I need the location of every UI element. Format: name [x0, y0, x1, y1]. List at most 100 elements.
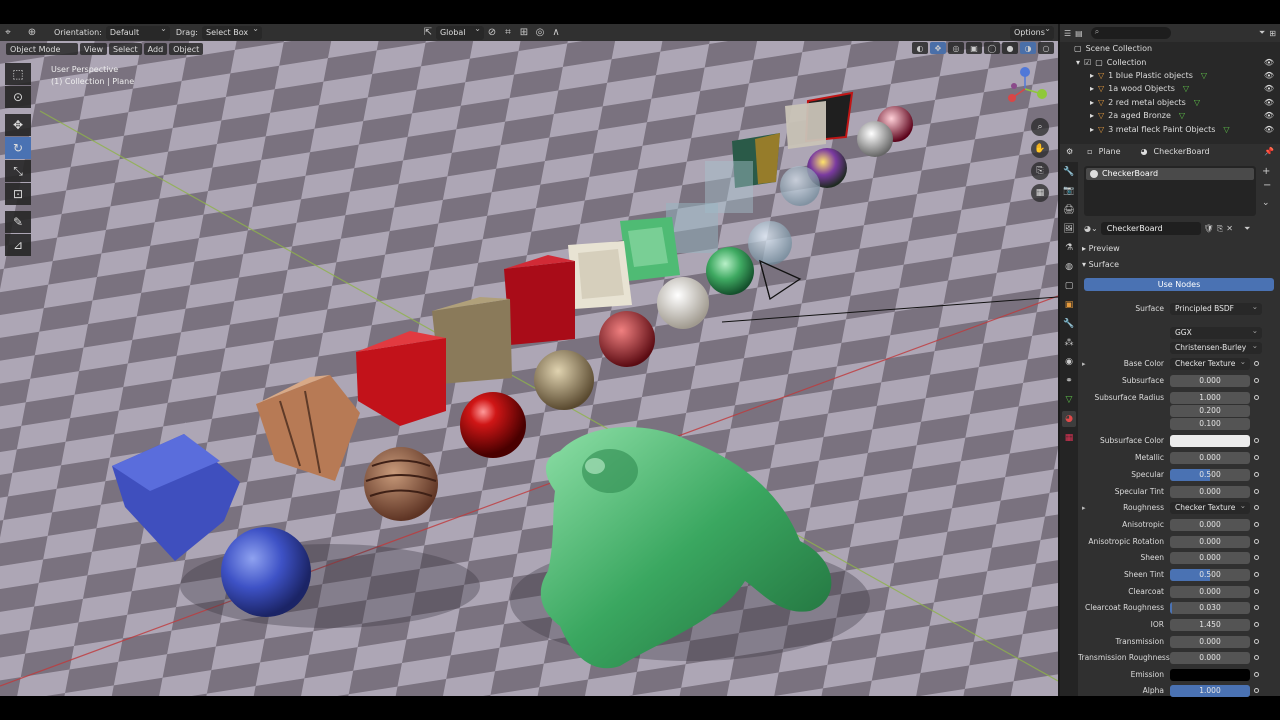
checkbox-icon[interactable]: ☑ — [1084, 58, 1091, 67]
modifier-tab-icon[interactable]: 🔧 — [1062, 316, 1076, 332]
socket-icon[interactable] — [1254, 672, 1259, 677]
object-menu[interactable]: Object — [169, 43, 204, 55]
socket-icon[interactable] — [1254, 395, 1259, 400]
material-browse-icon[interactable]: ◕⌄ — [1084, 224, 1098, 233]
collection-row[interactable]: ▾ ☑ ▢ Collection 👁 — [1060, 55, 1280, 68]
expand-arrow-icon[interactable]: ▸ — [1082, 504, 1086, 512]
snap-target-icon[interactable]: ⊞ — [516, 26, 532, 40]
preview-panel-header[interactable]: ▸ Preview — [1082, 244, 1120, 253]
socket-icon[interactable] — [1254, 639, 1259, 644]
use-nodes-button[interactable]: Use Nodes — [1084, 278, 1274, 291]
proportional-edit-icon[interactable]: ◎ — [532, 26, 548, 40]
expand-arrow-icon[interactable]: ▸ — [1090, 111, 1094, 120]
orientation-dropdown[interactable]: Default — [105, 24, 170, 40]
socket-icon[interactable] — [1254, 438, 1259, 443]
navigation-gizmo[interactable] — [1000, 64, 1050, 114]
particles-tab-icon[interactable]: ⁂ — [1062, 335, 1076, 351]
material-name-field[interactable]: CheckerBoard — [1100, 222, 1201, 235]
field-value[interactable]: 0.500 — [1170, 468, 1250, 481]
subsurface-method-dropdown[interactable]: Christensen-Burley — [1170, 340, 1262, 354]
distribution-dropdown[interactable]: GGX — [1170, 325, 1262, 339]
list-item[interactable]: ▸ ▽ 2a aged Bronze ▽ 👁 — [1060, 109, 1280, 122]
collection-tab-icon[interactable]: ▢ — [1062, 278, 1076, 294]
material-slot-list[interactable]: CheckerBoard — [1084, 166, 1256, 216]
subsurface-radius-y[interactable]: 0.200 — [1170, 404, 1250, 417]
filter-icon[interactable]: ⏷ — [1259, 28, 1265, 38]
pin-icon[interactable]: 📌 — [1264, 147, 1274, 156]
solid-shading-icon[interactable]: ● — [1002, 42, 1018, 54]
physics-tab-icon[interactable]: ◉ — [1062, 354, 1076, 370]
socket-icon[interactable] — [1254, 605, 1259, 610]
socket-icon[interactable] — [1254, 361, 1259, 366]
socket-icon[interactable] — [1254, 489, 1259, 494]
socket-icon[interactable] — [1254, 555, 1259, 560]
object-tab-icon[interactable]: ▣ — [1062, 297, 1076, 313]
list-item[interactable]: ▸ ▽ 2 red metal objects ▽ 👁 — [1060, 96, 1280, 109]
subsurface-radius-x[interactable]: 1.000 — [1170, 391, 1250, 404]
expand-arrow-icon[interactable]: ▸ — [1090, 71, 1094, 80]
wireframe-shading-icon[interactable]: ◯ — [984, 42, 1000, 54]
slot-add-icon[interactable]: + — [1262, 166, 1270, 177]
scene-collection-row[interactable]: ▢ Scene Collection — [1060, 42, 1280, 55]
list-item[interactable]: ▸ ▽ 1a wood Objects ▽ 👁 — [1060, 82, 1280, 95]
duplicate-material-icon[interactable]: ⎘ — [1217, 224, 1223, 234]
field-value[interactable]: 0.000 — [1170, 585, 1250, 598]
field-value[interactable]: 1.000 — [1170, 684, 1250, 697]
view-layer-tab-icon[interactable]: 🖼 — [1062, 221, 1076, 237]
material-slot-item[interactable]: CheckerBoard — [1086, 168, 1254, 180]
scale-tool-icon[interactable]: ⤡ — [5, 160, 31, 182]
outliner-editor-icon[interactable]: ☰ — [1064, 29, 1071, 38]
surface-panel-header[interactable]: ▾ Surface — [1082, 260, 1119, 269]
options-dropdown[interactable]: Options — [1010, 24, 1054, 40]
field-value[interactable]: 0.000 — [1170, 651, 1250, 664]
editor-type-icon[interactable]: ⌖ — [0, 26, 16, 40]
slot-menu-icon[interactable]: ⌄ — [1262, 198, 1270, 208]
outliner-search-input[interactable]: ⌕ — [1090, 27, 1171, 39]
material-filter-icon[interactable]: ⏷ — [1244, 224, 1250, 234]
socket-icon[interactable] — [1254, 455, 1259, 460]
pan-hand-icon[interactable]: ✋ — [1031, 140, 1049, 158]
field-value[interactable]: 0.000 — [1170, 374, 1250, 387]
xray-icon[interactable]: ▣ — [966, 42, 982, 54]
socket-icon[interactable] — [1254, 622, 1259, 627]
socket-icon[interactable] — [1254, 655, 1259, 660]
socket-icon[interactable] — [1254, 688, 1259, 693]
subsurface-color-swatch[interactable] — [1170, 434, 1250, 447]
base-color-input[interactable]: Checker Texture — [1170, 356, 1250, 370]
material-tab-icon[interactable]: ◕ — [1062, 411, 1076, 427]
output-tab-icon[interactable]: 🖨 — [1062, 202, 1076, 218]
rotate-tool-icon[interactable]: ↻ — [5, 137, 31, 159]
eye-icon[interactable]: 👁 — [1264, 58, 1274, 67]
eye-icon[interactable]: 👁 — [1264, 125, 1274, 134]
socket-icon[interactable] — [1254, 539, 1259, 544]
add-menu[interactable]: Add — [143, 43, 168, 55]
expand-arrow-icon[interactable]: ▸ — [1082, 360, 1086, 368]
texture-tab-icon[interactable]: ▦ — [1062, 430, 1076, 446]
expand-arrow-icon[interactable]: ▸ — [1090, 84, 1094, 93]
list-item[interactable]: ▸ ▽ 1 blue Plastic objects ▽ 👁 — [1060, 69, 1280, 82]
expand-arrow-icon[interactable]: ▸ — [1090, 98, 1094, 107]
object-mode-dropdown[interactable]: Object Mode — [6, 43, 78, 55]
transform-space-dropdown[interactable]: Global — [435, 24, 484, 40]
view-menu[interactable]: View — [80, 43, 107, 55]
properties-editor-icon[interactable]: ⚙ — [1066, 147, 1073, 156]
measure-tool-icon[interactable]: ⊿ — [5, 234, 31, 256]
expand-arrow-icon[interactable]: ▸ — [1090, 125, 1094, 134]
falloff-icon[interactable]: ∧ — [548, 26, 564, 40]
transform-pivot-icon[interactable]: ⊕ — [24, 26, 40, 40]
socket-icon[interactable] — [1254, 572, 1259, 577]
world-tab-icon[interactable]: ◍ — [1062, 259, 1076, 275]
select-box-tool-icon[interactable]: ⬚ — [5, 63, 31, 85]
move-tool-icon[interactable]: ✥ — [5, 114, 31, 136]
drag-dropdown[interactable]: Select Box — [201, 24, 262, 40]
display-mode-icon[interactable]: ▤ — [1075, 29, 1083, 38]
field-value[interactable]: 0.000 — [1170, 518, 1250, 531]
field-value[interactable]: 0.000 — [1170, 551, 1250, 564]
3d-viewport[interactable] — [0, 41, 1058, 696]
surface-shader-dropdown[interactable]: Principled BSDF — [1170, 301, 1262, 315]
render-tab-icon[interactable]: 📷 — [1062, 183, 1076, 199]
material-shading-icon[interactable]: ◑ — [1020, 42, 1036, 54]
gizmo-toggle-icon[interactable]: ✥ — [930, 42, 946, 54]
tool-tab-icon[interactable]: 🔧 — [1062, 164, 1076, 180]
expand-arrow-icon[interactable]: ▾ — [1076, 58, 1080, 67]
